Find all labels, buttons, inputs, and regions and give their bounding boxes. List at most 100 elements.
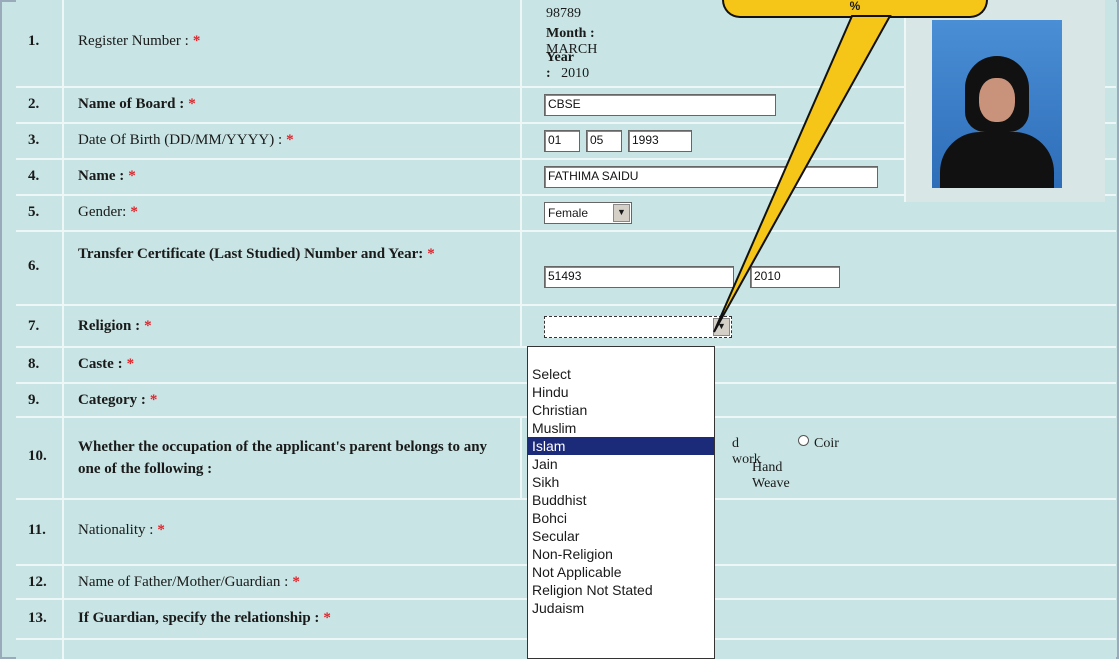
row-number: 9. — [28, 392, 40, 408]
dob-day-input[interactable]: 01 — [544, 130, 580, 152]
field-label: Name of Father/Mother/Guardian : * — [78, 574, 300, 591]
required-mark: * — [157, 522, 165, 538]
occupation-option-label: Hand Weave — [752, 460, 790, 491]
value-cell: FATHIMA SAIDU — [520, 160, 878, 194]
row-number-cell: 4. — [16, 160, 64, 194]
row-number-cell: 3. — [16, 124, 64, 158]
field-label-text: If Guardian, specify the relationship : — [78, 610, 320, 626]
row-number: 3. — [28, 132, 40, 148]
field-label: Transfer Certificate (Last Studied) Numb… — [78, 244, 498, 264]
row-number-cell: 8. — [16, 348, 64, 382]
value-cell: Female ▼ — [520, 196, 632, 230]
row-number: 5. — [28, 204, 40, 220]
field-label: Caste : * — [78, 356, 134, 373]
value-cell: d work Coir Hand Weave — [520, 418, 839, 498]
field-label-text: Whether the occupation of the applicant'… — [78, 439, 488, 477]
field-label: Name : * — [78, 168, 136, 185]
field-label-text: Caste : — [78, 356, 123, 372]
row-number-cell: 10. — [16, 418, 64, 498]
field-label: Date Of Birth (DD/MM/YYYY) : * — [78, 132, 294, 149]
required-mark: * — [126, 356, 135, 372]
callout-pointer-shape — [713, 15, 892, 333]
form-row-religion: 7. Religion : * ▼ — [16, 306, 1116, 348]
field-label-text: Transfer Certificate (Last Studied) Numb… — [78, 246, 424, 262]
religion-option[interactable]: Sikh — [528, 473, 714, 491]
value-cell: ▼ — [520, 306, 732, 346]
religion-dropdown-list[interactable]: Select Hindu Christian Muslim Islam Jain… — [527, 346, 715, 659]
religion-option[interactable]: Christian — [528, 401, 714, 419]
applicant-photo — [932, 20, 1062, 188]
register-number-value: 98789 — [546, 6, 581, 21]
value-cell: 98789 Month : MARCH Year : 2010 — [520, 0, 597, 86]
religion-option[interactable]: Bohci — [528, 509, 714, 527]
religion-option[interactable]: Non-Religion — [528, 545, 714, 563]
field-label: Whether the occupation of the applicant'… — [78, 436, 508, 480]
field-label: If Guardian, specify the relationship : * — [78, 610, 331, 627]
row-number: 4. — [28, 168, 40, 184]
required-mark: * — [427, 246, 435, 262]
required-mark: * — [144, 318, 152, 334]
field-label-text: Name of Board : — [78, 96, 185, 112]
field-label-text: Nationality : — [78, 522, 154, 538]
row-number: 7. — [28, 318, 40, 334]
field-label: Category : * — [78, 392, 157, 409]
row-number: 12. — [28, 574, 47, 590]
religion-option[interactable]: Jain — [528, 455, 714, 473]
religion-option[interactable]: Select — [528, 365, 714, 383]
value-cell: CBSE — [520, 88, 776, 122]
religion-option[interactable]: Muslim — [528, 419, 714, 437]
year-value: 2010 — [561, 66, 590, 81]
row-number-cell: 11. — [16, 500, 64, 564]
row-number: 10. — [28, 448, 47, 464]
field-label-text: Name : — [78, 168, 125, 184]
required-mark: * — [128, 168, 136, 184]
row-number-cell — [16, 640, 64, 659]
chevron-down-icon[interactable]: ▼ — [613, 204, 630, 222]
religion-option[interactable]: Buddhist — [528, 491, 714, 509]
row-number: 11. — [28, 522, 46, 538]
required-mark: * — [130, 204, 138, 220]
field-label: Name of Board : * — [78, 96, 196, 113]
religion-option[interactable]: Hindu — [528, 383, 714, 401]
required-mark: * — [286, 132, 294, 148]
field-label: Nationality : * — [78, 522, 165, 539]
row-number-cell: 6. — [16, 232, 64, 304]
row-number: 8. — [28, 356, 40, 372]
religion-option[interactable]: Religion Not Stated — [528, 581, 714, 599]
photo-face-shape — [979, 78, 1015, 122]
gender-selected-value: Female — [548, 206, 589, 220]
year-line: Year : 2010 — [546, 50, 589, 82]
gender-select[interactable]: Female ▼ — [544, 202, 632, 224]
form-row-transfer-certificate: 6. Transfer Certificate (Last Studied) N… — [16, 232, 1116, 306]
row-number: 13. — [28, 610, 47, 626]
photo-body-shape — [940, 132, 1054, 188]
callout-pointer — [713, 15, 892, 333]
value-cell: 51493 2010 — [520, 232, 840, 304]
row-number-cell: 12. — [16, 566, 64, 598]
dob-month-input[interactable]: 05 — [586, 130, 622, 152]
row-number-cell: 2. — [16, 88, 64, 122]
occupation-radio[interactable] — [798, 435, 809, 446]
required-mark: * — [188, 96, 196, 112]
field-label-text: Religion : — [78, 318, 141, 334]
required-mark: * — [323, 610, 331, 626]
religion-option[interactable]: Not Applicable — [528, 563, 714, 581]
row-number-cell: 7. — [16, 306, 64, 346]
row-number-cell: 5. — [16, 196, 64, 230]
required-mark: * — [192, 33, 201, 49]
value-cell: 01 05 1993 — [520, 124, 692, 158]
field-label: Religion : * — [78, 318, 152, 335]
row-number-cell: 13. — [16, 600, 64, 638]
month-label: Month : — [546, 26, 595, 41]
religion-option-highlighted[interactable]: Islam — [528, 437, 714, 455]
field-label-text: Gender: — [78, 204, 127, 220]
religion-option[interactable]: Judaism — [528, 599, 714, 617]
dob-year-input[interactable]: 1993 — [628, 130, 692, 152]
row-number: 1. — [28, 33, 40, 49]
dropdown-blank-row — [528, 347, 714, 365]
required-mark: * — [149, 392, 158, 408]
religion-option[interactable]: Secular — [528, 527, 714, 545]
field-label: Gender: * — [78, 204, 138, 221]
field-label-text: Category : — [78, 392, 146, 408]
row-number-cell: 1. — [16, 0, 64, 86]
